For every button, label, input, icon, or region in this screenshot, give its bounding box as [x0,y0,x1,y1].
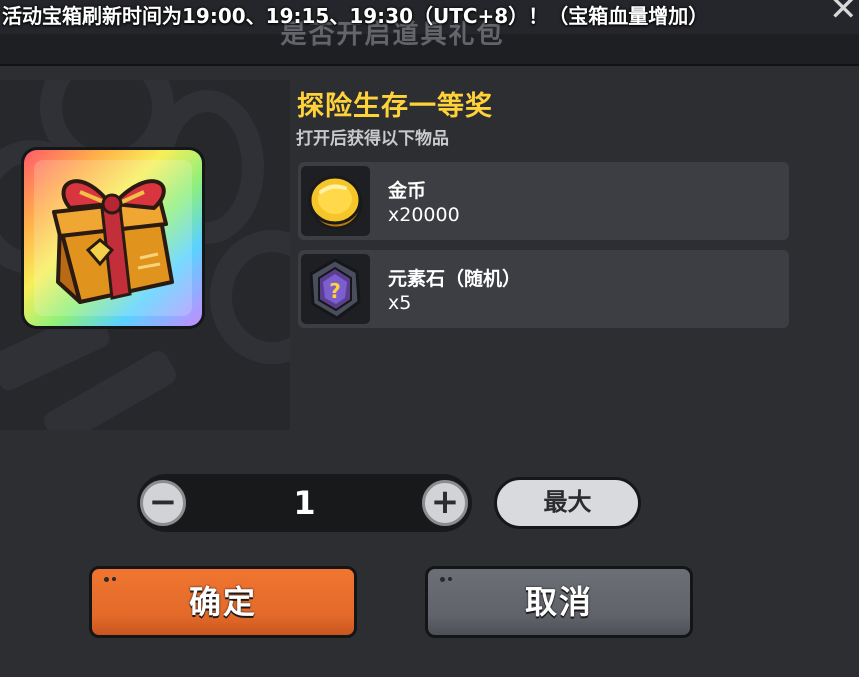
announcement-marquee: 活动宝箱刷新时间为19:00、19:15、19:30（UTC+8）！（宝箱血量增… [2,4,709,28]
reward-item-row: 金币 x20000 [298,162,789,240]
reward-item-quantity: x5 [388,292,412,314]
quantity-stepper[interactable]: − 1 + [137,474,472,532]
button-highlight-dots [440,577,454,585]
gift-box-frame [21,147,205,329]
reward-item-name: 金币 [388,180,427,202]
quantity-value[interactable]: 1 [257,484,352,522]
close-icon[interactable]: ✕ [829,0,859,24]
button-highlight-dots [104,577,118,585]
reward-item-row: ? 元素石（随机） x5 [298,250,789,328]
gold-coin-icon [301,166,370,236]
svg-text:?: ? [329,279,341,303]
rainbow-gift-box-icon [52,179,174,304]
cancel-button[interactable]: 取消 [425,566,693,638]
confirm-button-label: 确定 [188,583,257,621]
minus-icon[interactable]: − [140,480,186,526]
reward-item-name: 元素石（随机） [388,268,522,290]
element-stone-icon: ? [301,254,370,324]
reward-subtitle: 打开后获得以下物品 [296,129,449,149]
reward-title: 探险生存一等奖 [297,91,493,122]
cancel-button-label: 取消 [524,583,593,621]
reward-item-quantity: x20000 [388,204,460,226]
plus-icon[interactable]: + [422,480,468,526]
max-button[interactable]: 最大 [494,477,641,529]
confirm-button[interactable]: 确定 [89,566,357,638]
